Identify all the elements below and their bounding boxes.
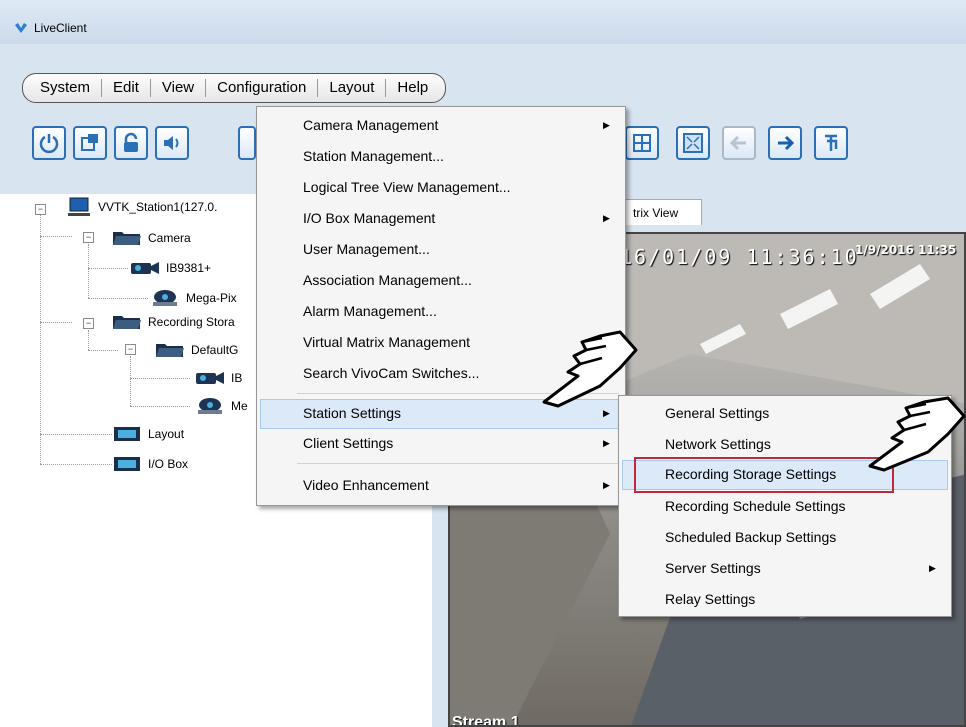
osd-timestamp: 16/01/09 11:36:10 xyxy=(620,245,859,269)
tree-label: Recording Stora xyxy=(148,315,235,329)
menu-item-alarm-management[interactable]: Alarm Management... xyxy=(303,297,437,325)
arrow-left-icon xyxy=(729,135,746,151)
power-button[interactable] xyxy=(32,126,66,160)
menu-separator xyxy=(297,463,619,464)
return-icon xyxy=(825,134,838,151)
submenu-arrow-icon: ▶ xyxy=(603,480,610,490)
io-box-icon xyxy=(114,457,140,471)
menu-item-camera-management[interactable]: Camera Management xyxy=(303,111,438,139)
tree-node-station[interactable]: VVTK_Station1(127.0. xyxy=(66,197,217,217)
tree-node-camera[interactable]: Mega-Pix xyxy=(150,288,237,308)
tab-label: trix View xyxy=(633,206,679,220)
menu-layout[interactable]: Layout xyxy=(318,79,387,97)
menu-item-server-settings[interactable]: Server Settings xyxy=(665,554,761,582)
back-button[interactable] xyxy=(722,126,756,160)
submenu-arrow-icon: ▶ xyxy=(929,563,936,573)
tree-label: DefaultG xyxy=(191,343,239,357)
submenu-arrow-icon: ▶ xyxy=(603,213,610,223)
tree-label: IB xyxy=(231,371,243,385)
menu-view[interactable]: View xyxy=(151,79,207,97)
menu-item-video-enhancement[interactable]: Video Enhancement xyxy=(303,471,429,499)
tree-node-default-group[interactable]: DefaultG xyxy=(155,340,238,360)
screen-icon xyxy=(81,134,98,151)
submenu-arrow-icon: ▶ xyxy=(603,438,610,448)
tree-node-camera-group[interactable]: Camera xyxy=(112,228,191,248)
tree-label: Mega-Pix xyxy=(186,291,237,305)
menu-system[interactable]: System xyxy=(29,79,103,97)
matrix-layout-button[interactable] xyxy=(625,126,659,160)
tree-node-camera[interactable]: IB9381+ xyxy=(130,258,211,278)
menu-item-general-settings[interactable]: General Settings xyxy=(665,399,769,427)
pointing-hand-icon xyxy=(542,330,638,408)
submenu-arrow-icon: ▶ xyxy=(603,120,610,130)
annotation-highlight-box xyxy=(634,457,894,493)
menu-item-recording-schedule-settings[interactable]: Recording Schedule Settings xyxy=(665,492,846,520)
menu-edit[interactable]: Edit xyxy=(102,79,151,97)
menu-item-search-vivocam-switches[interactable]: Search VivoCam Switches... xyxy=(303,359,479,387)
folder-icon xyxy=(113,316,141,329)
tree-node-recording-camera[interactable]: IB xyxy=(195,368,242,388)
forward-button[interactable] xyxy=(768,126,802,160)
folder-icon xyxy=(113,232,141,245)
grid-icon xyxy=(633,134,651,152)
osd-timestamp-small: 1/9/2016 11:35 xyxy=(855,243,957,257)
power-icon xyxy=(39,134,59,154)
menu-item-station-management[interactable]: Station Management... xyxy=(303,142,444,170)
tree-label: Me xyxy=(231,399,248,413)
dome-camera-icon xyxy=(153,290,177,306)
layout-icon xyxy=(114,427,140,441)
menu-item-relay-settings[interactable]: Relay Settings xyxy=(665,585,755,613)
menu-configuration[interactable]: Configuration xyxy=(206,79,319,97)
audio-button[interactable] xyxy=(155,126,189,160)
speaker-icon xyxy=(164,136,179,150)
lock-button[interactable] xyxy=(114,126,148,160)
folder-icon xyxy=(156,344,184,357)
camera-icon xyxy=(196,372,224,384)
menu-item-scheduled-backup-settings[interactable]: Scheduled Backup Settings xyxy=(665,523,836,551)
menu-item-client-settings[interactable]: Client Settings xyxy=(303,429,393,457)
tree-node-layout[interactable]: Layout xyxy=(112,424,184,444)
menu-item-station-settings[interactable]: Station Settings xyxy=(303,399,401,427)
tree-node-recording-storage[interactable]: Recording Stora xyxy=(112,312,235,332)
configuration-menu: Camera Management ▶ Station Management..… xyxy=(256,106,626,506)
tree-label: IB9381+ xyxy=(166,261,212,275)
menu-item-network-settings[interactable]: Network Settings xyxy=(665,430,771,458)
tree-label: Layout xyxy=(148,427,185,441)
menu-item-io-box-management[interactable]: I/O Box Management xyxy=(303,204,435,232)
fullscreen-button[interactable] xyxy=(676,126,710,160)
screen-button[interactable] xyxy=(73,126,107,160)
tree-node-recording-camera[interactable]: Me xyxy=(195,396,248,416)
tree-label: I/O Box xyxy=(148,457,189,471)
collapse-toggle[interactable]: − xyxy=(125,344,136,355)
menu-bar: System Edit View Configuration Layout He… xyxy=(22,73,447,103)
title-bar: LiveClient xyxy=(0,0,966,44)
tree-label: VVTK_Station1(127.0. xyxy=(98,200,218,214)
collapse-toggle[interactable]: − xyxy=(83,318,94,329)
menu-help[interactable]: Help xyxy=(386,79,439,97)
dome-camera-icon xyxy=(198,398,222,414)
menu-item-user-management[interactable]: User Management... xyxy=(303,235,430,263)
tree-label: Camera xyxy=(148,231,191,245)
pointing-hand-icon xyxy=(868,396,966,472)
arrow-right-icon xyxy=(778,135,795,151)
fullscreen-icon xyxy=(683,133,703,153)
lock-icon xyxy=(124,132,138,152)
tree-node-io-box[interactable]: I/O Box xyxy=(112,454,188,474)
collapse-toggle[interactable]: − xyxy=(83,232,94,243)
menu-item-association-management[interactable]: Association Management... xyxy=(303,266,472,294)
return-button[interactable] xyxy=(814,126,848,160)
app-logo-icon xyxy=(15,23,27,33)
computer-icon xyxy=(68,197,90,216)
menu-item-logical-tree-view-management[interactable]: Logical Tree View Management... xyxy=(303,173,511,201)
collapse-toggle[interactable]: − xyxy=(35,204,46,215)
window-title: LiveClient xyxy=(34,21,87,35)
menu-item-virtual-matrix-management[interactable]: Virtual Matrix Management xyxy=(303,328,470,356)
stream-label: Stream 1 xyxy=(452,714,520,727)
camera-icon xyxy=(131,262,159,274)
toolbar-button-partial[interactable] xyxy=(238,126,256,160)
